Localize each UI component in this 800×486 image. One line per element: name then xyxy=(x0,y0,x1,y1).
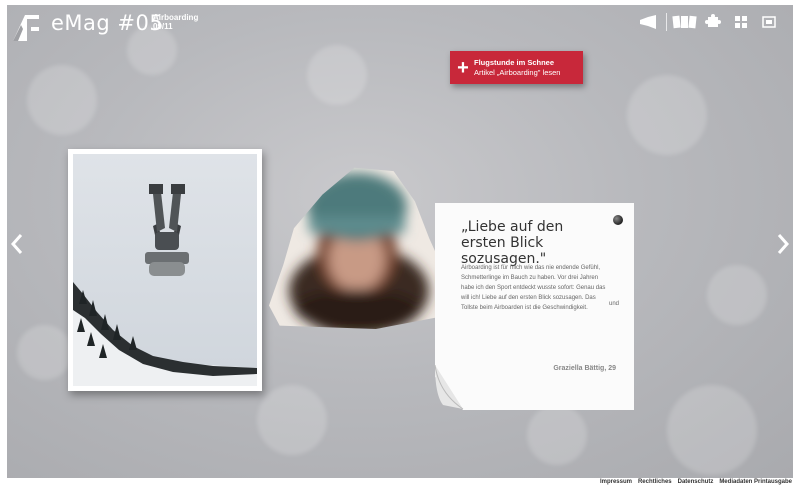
bokeh-light xyxy=(527,405,587,465)
bokeh-light xyxy=(17,325,72,380)
pin-icon xyxy=(613,215,623,225)
grid-icon[interactable] xyxy=(727,13,755,31)
emag-window: eMag #05 Airboarding 09/11 + Flugstunde … xyxy=(0,0,800,486)
quote-stray-word: und xyxy=(609,301,620,307)
brand-logo-icon[interactable] xyxy=(11,13,41,43)
chevron-right-icon[interactable] xyxy=(775,233,791,255)
footer-links: Impressum Rechtliches Datenschutz Mediad… xyxy=(0,478,800,486)
puzzle-icon[interactable] xyxy=(699,13,727,31)
fullscreen-icon[interactable] xyxy=(755,13,783,31)
quote-body: Airboarding ist für mich wie das nie end… xyxy=(461,265,606,311)
portrait-cutout xyxy=(269,167,447,329)
page-curl xyxy=(433,364,469,411)
issue-date: 09/11 xyxy=(153,22,173,31)
bokeh-light xyxy=(707,265,767,325)
top-bar: eMag #05 Airboarding 09/11 xyxy=(7,5,793,41)
bokeh-light xyxy=(27,65,97,135)
magazine-stage: eMag #05 Airboarding 09/11 + Flugstunde … xyxy=(7,5,793,478)
cta-text: Flugstunde im Schnee Artikel „Airboardin… xyxy=(474,58,560,78)
issue-meta: Airboarding 09/11 xyxy=(153,13,198,31)
quote-author: Graziella Bättig, 29 xyxy=(553,365,616,372)
footer-link-mediadaten[interactable]: Mediadaten Printausgabe xyxy=(719,479,792,485)
read-article-button[interactable]: + Flugstunde im Schnee Artikel „Airboard… xyxy=(450,51,583,84)
plus-icon: + xyxy=(457,56,469,79)
footer-link-datenschutz[interactable]: Datenschutz xyxy=(678,479,714,485)
brand-title: eMag #05 xyxy=(51,11,164,35)
footer-link-impressum[interactable]: Impressum xyxy=(600,479,632,485)
cta-title: Flugstunde im Schnee xyxy=(474,57,555,67)
cta-subtitle: Artikel „Airboarding" lesen xyxy=(474,67,561,77)
pages-overview-icon[interactable] xyxy=(671,13,699,31)
quote-title: „Liebe auf den ersten Blick sozusagen." xyxy=(461,219,564,267)
bokeh-light xyxy=(627,75,707,155)
chevron-left-icon[interactable] xyxy=(9,233,25,255)
issue-topic: Airboarding xyxy=(153,13,199,22)
toolbar-divider xyxy=(666,13,667,31)
toolbar xyxy=(634,13,783,31)
bokeh-light xyxy=(307,45,367,105)
airboarder-photo xyxy=(68,149,262,391)
bokeh-light xyxy=(257,385,327,455)
bokeh-light xyxy=(667,385,757,475)
megaphone-icon[interactable] xyxy=(634,13,662,31)
footer-link-rechtliches[interactable]: Rechtliches xyxy=(638,479,672,485)
photo-image xyxy=(73,154,257,386)
